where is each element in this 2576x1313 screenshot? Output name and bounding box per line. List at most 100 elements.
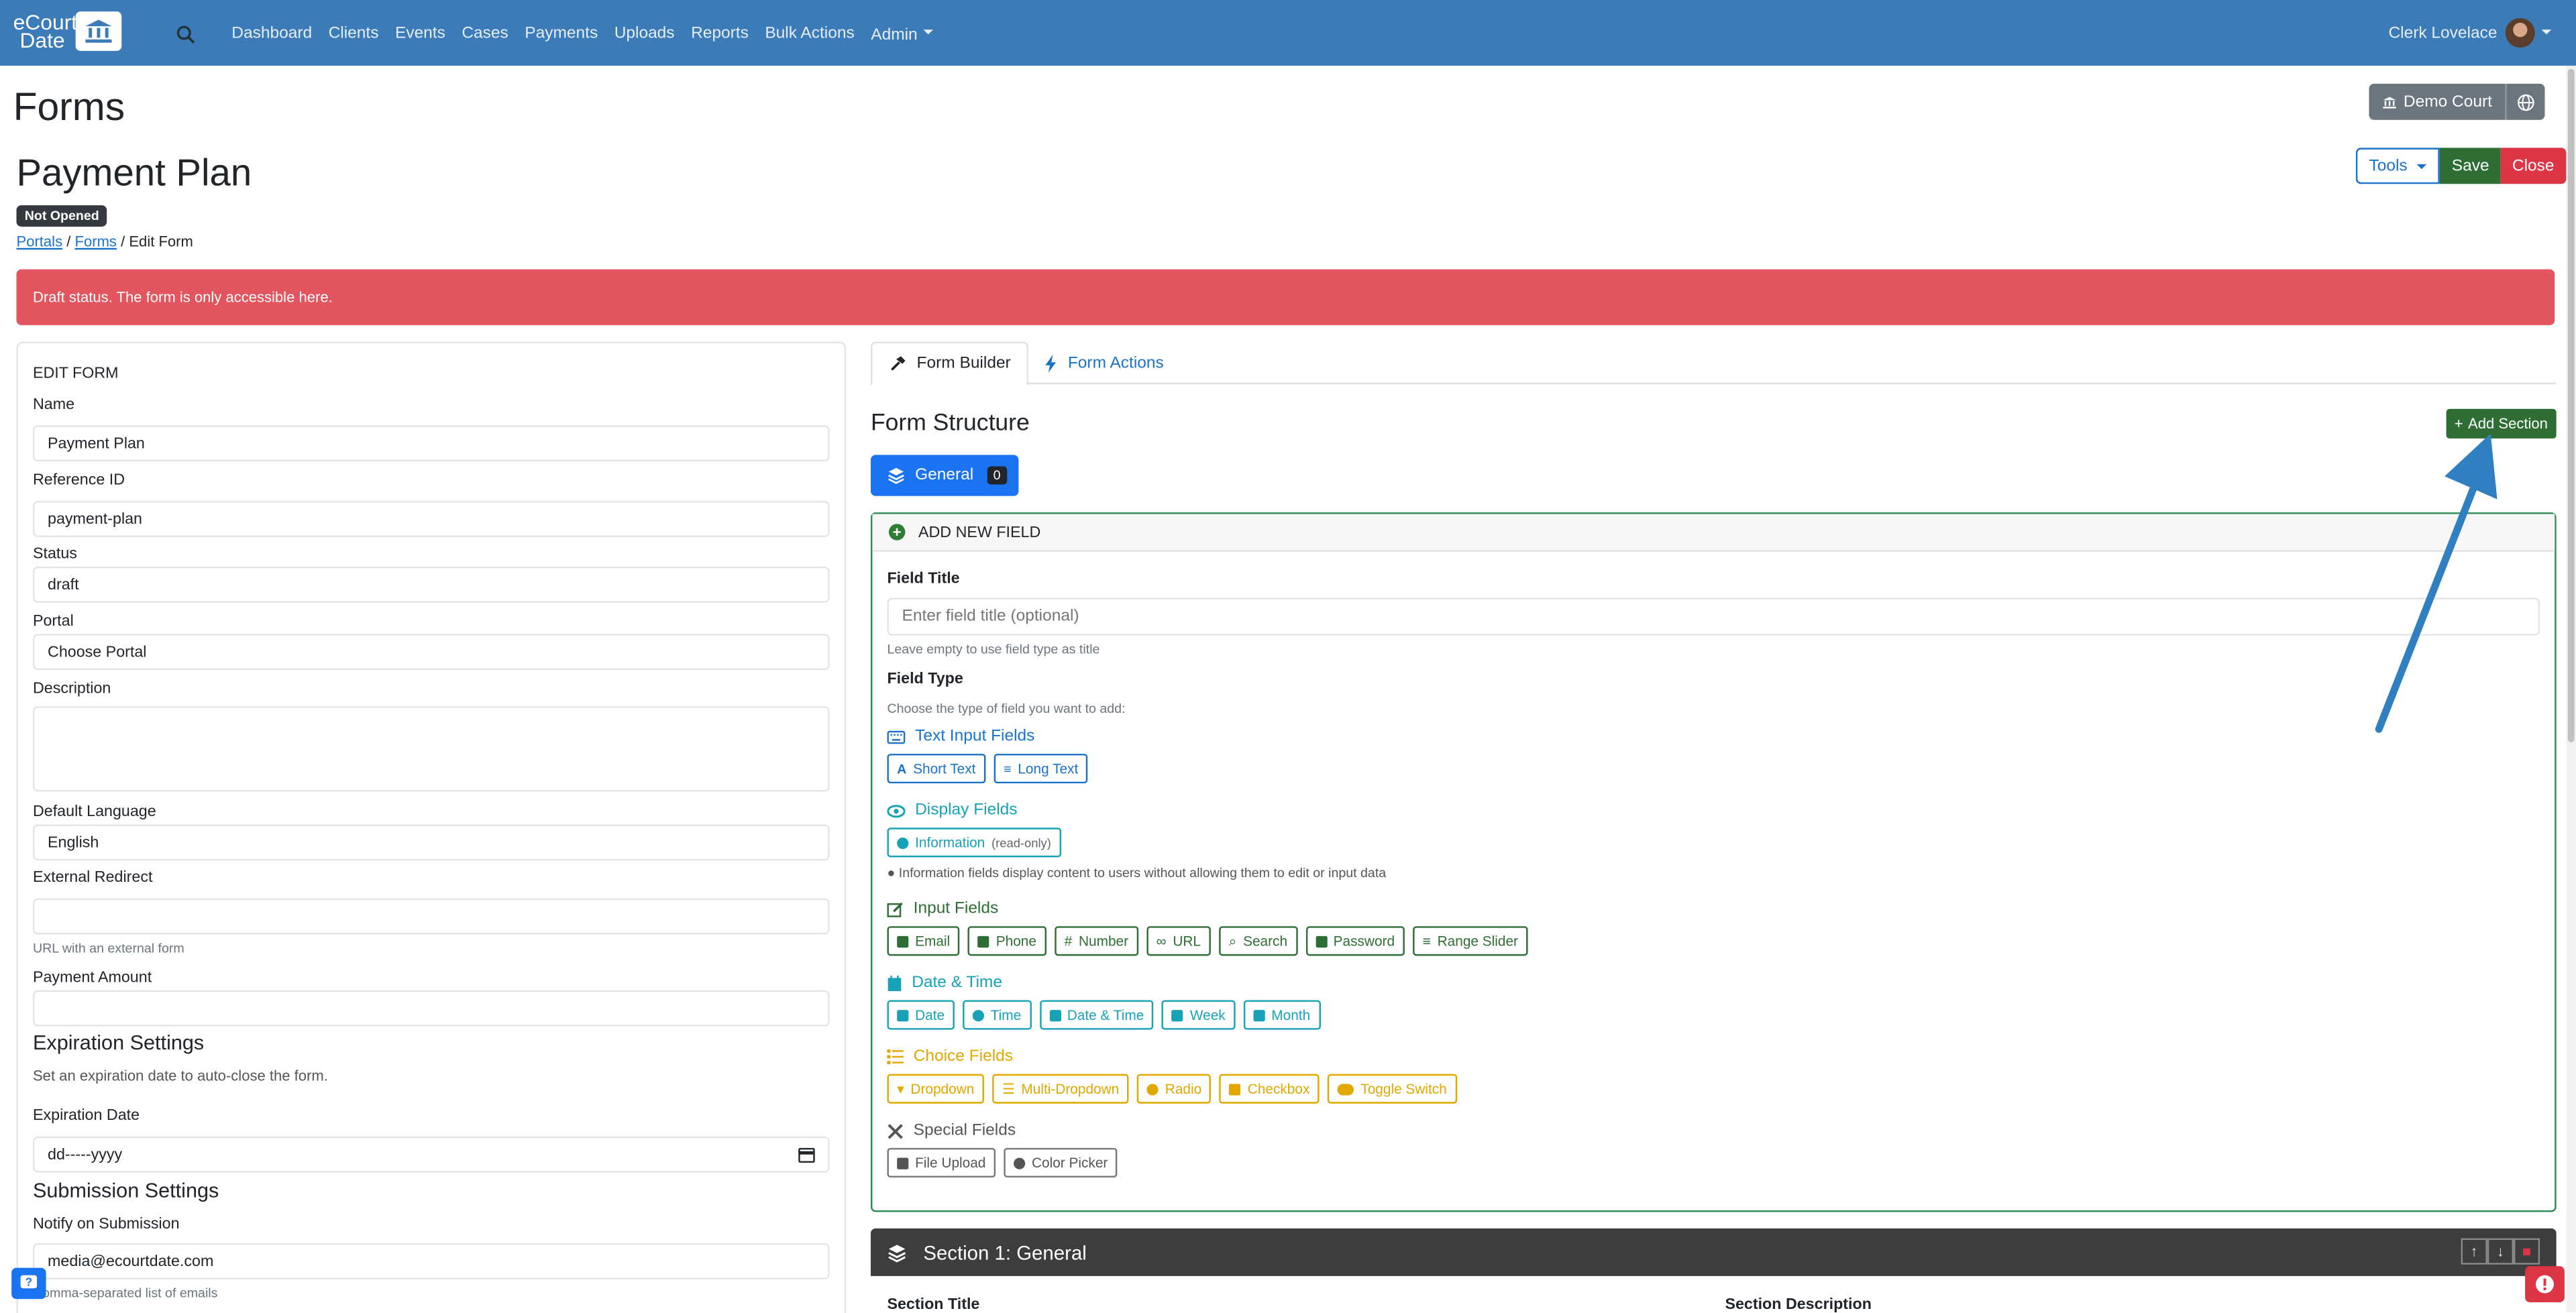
time-label: Time bbox=[990, 1007, 1022, 1023]
nav-clients[interactable]: Clients bbox=[329, 24, 379, 42]
brand-line-2: Date bbox=[19, 27, 65, 53]
calendar-icon bbox=[1049, 1009, 1061, 1021]
tab-form-actions[interactable]: Form Actions bbox=[1027, 341, 1181, 386]
scrollbar-thumb[interactable] bbox=[2567, 68, 2575, 742]
email-chip[interactable]: Email bbox=[887, 926, 960, 956]
name-input[interactable]: Payment Plan bbox=[32, 425, 830, 462]
nav-payments[interactable]: Payments bbox=[525, 24, 598, 42]
expiration-description: Set an expiration date to auto-close the… bbox=[32, 1067, 328, 1084]
nav-events[interactable]: Events bbox=[395, 24, 445, 42]
external-redirect-label: External Redirect bbox=[32, 868, 153, 887]
nav-bulk-actions[interactable]: Bulk Actions bbox=[765, 24, 854, 42]
toggle-switch-chip[interactable]: Toggle Switch bbox=[1328, 1074, 1457, 1104]
portal-select[interactable]: Choose Portal bbox=[32, 634, 830, 671]
error-report-button[interactable] bbox=[2525, 1266, 2565, 1303]
close-button[interactable]: Close bbox=[2500, 148, 2566, 184]
portal-label: Portal bbox=[32, 612, 74, 631]
expiration-date-input[interactable]: dd-----yyyy bbox=[32, 1136, 830, 1173]
move-up-button[interactable]: ↑ bbox=[2461, 1238, 2487, 1265]
external-redirect-hint: URL with an external form bbox=[32, 941, 184, 956]
reference-id-input[interactable]: payment-plan bbox=[32, 500, 830, 537]
range-slider-chip[interactable]: ≡ Range Slider bbox=[1412, 926, 1528, 956]
phone-label: Phone bbox=[996, 933, 1036, 950]
move-down-button[interactable]: ↓ bbox=[2487, 1238, 2514, 1265]
week-chip[interactable]: Week bbox=[1162, 1000, 1236, 1030]
file-upload-chip[interactable]: File Upload bbox=[887, 1147, 996, 1178]
short-text-chip[interactable]: A Short Text bbox=[887, 754, 986, 784]
trash-icon: ■ bbox=[2522, 1243, 2532, 1260]
radio-icon bbox=[1146, 1083, 1159, 1095]
tab-form-builder[interactable]: Form Builder bbox=[870, 341, 1029, 386]
multi-dropdown-label: Multi-Dropdown bbox=[1021, 1080, 1120, 1097]
nav-cases[interactable]: Cases bbox=[462, 24, 508, 42]
nav-uploads[interactable]: Uploads bbox=[614, 24, 675, 42]
delete-section-button[interactable]: ■ bbox=[2513, 1238, 2540, 1265]
long-text-chip[interactable]: ≡ Long Text bbox=[994, 754, 1088, 784]
globe-button[interactable] bbox=[2505, 83, 2545, 120]
submission-settings-heading: Submission Settings bbox=[32, 1179, 219, 1202]
calendar-icon bbox=[888, 974, 902, 990]
notify-input[interactable]: media@ecourtdate.com bbox=[32, 1243, 830, 1279]
user-name[interactable]: Clerk Lovelace bbox=[2388, 0, 2497, 66]
search-chip[interactable]: ⌕ Search bbox=[1218, 926, 1297, 956]
save-button[interactable]: Save bbox=[2440, 148, 2501, 184]
nav-admin-dropdown[interactable]: Admin bbox=[871, 18, 934, 48]
notify-hint: Comma-separated list of emails bbox=[32, 1286, 218, 1301]
description-textarea[interactable] bbox=[32, 706, 830, 792]
read-only-label: (read-only) bbox=[991, 835, 1051, 850]
external-redirect-input[interactable] bbox=[32, 898, 830, 935]
calendar-icon[interactable] bbox=[798, 1147, 815, 1163]
demo-court-button[interactable]: Demo Court bbox=[2369, 83, 2506, 120]
list-icon: ☰ bbox=[1002, 1080, 1015, 1096]
radio-chip[interactable]: Radio bbox=[1137, 1074, 1212, 1104]
url-chip[interactable]: ∞ URL bbox=[1146, 926, 1211, 956]
avatar[interactable] bbox=[2505, 17, 2535, 48]
eye-icon bbox=[887, 804, 906, 817]
date-time-chip[interactable]: Date & Time bbox=[1039, 1000, 1155, 1030]
toggle-switch-label: Toggle Switch bbox=[1360, 1080, 1447, 1097]
time-chip[interactable]: Time bbox=[963, 1000, 1031, 1030]
email-label: Email bbox=[915, 933, 951, 950]
caret-down-icon bbox=[924, 30, 934, 36]
brand-logo[interactable]: eCourt Date bbox=[13, 11, 122, 51]
breadcrumb-portals[interactable]: Portals bbox=[16, 233, 62, 249]
help-button[interactable]: ? bbox=[11, 1267, 46, 1300]
display-fields-heading: Display Fields bbox=[887, 801, 1018, 819]
court-button-group: Demo Court bbox=[2369, 83, 2545, 120]
multi-dropdown-chip[interactable]: ☰ Multi-Dropdown bbox=[992, 1074, 1129, 1104]
caret-down-icon[interactable] bbox=[2541, 30, 2552, 35]
nav-dashboard[interactable]: Dashboard bbox=[231, 24, 312, 42]
text-input-fields-heading: Text Input Fields bbox=[887, 728, 1034, 746]
section-controls: ↑ ↓ ■ bbox=[2461, 1238, 2540, 1265]
phone-chip[interactable]: Phone bbox=[968, 926, 1046, 956]
date-chip[interactable]: Date bbox=[887, 1000, 955, 1030]
status-select[interactable]: draft bbox=[32, 566, 830, 603]
field-title-input[interactable] bbox=[887, 597, 2540, 636]
default-language-select[interactable]: English bbox=[32, 824, 830, 861]
svg-text:?: ? bbox=[25, 1275, 32, 1289]
search-icon[interactable] bbox=[176, 23, 195, 44]
payment-amount-input[interactable] bbox=[32, 990, 830, 1027]
checkbox-chip[interactable]: Checkbox bbox=[1220, 1074, 1320, 1104]
password-chip[interactable]: Password bbox=[1305, 926, 1405, 956]
calendar-icon bbox=[897, 1009, 909, 1021]
search-label: Search bbox=[1243, 933, 1288, 950]
field-title-label: Field Title bbox=[887, 569, 960, 588]
month-label: Month bbox=[1271, 1007, 1311, 1023]
section-general-button[interactable]: General 0 bbox=[870, 455, 1019, 496]
display-fields-hint: ● Information fields display content to … bbox=[887, 866, 1386, 880]
dropdown-chip[interactable]: ▾ Dropdown bbox=[887, 1074, 985, 1104]
link-icon: ∞ bbox=[1156, 933, 1167, 950]
nav-admin: Admin bbox=[871, 26, 918, 45]
information-chip[interactable]: Information (read-only) bbox=[887, 827, 1061, 858]
breadcrumb-forms[interactable]: Forms bbox=[75, 233, 117, 249]
color-picker-chip[interactable]: Color Picker bbox=[1004, 1147, 1118, 1178]
nav-reports[interactable]: Reports bbox=[691, 24, 749, 42]
number-chip[interactable]: # Number bbox=[1054, 926, 1138, 956]
month-chip[interactable]: Month bbox=[1243, 1000, 1320, 1030]
keyboard-icon bbox=[887, 730, 906, 744]
tools-dropdown-button[interactable]: Tools bbox=[2355, 148, 2440, 184]
add-new-field-header: + ADD NEW FIELD bbox=[872, 514, 2555, 552]
section-title-label: Section Title bbox=[887, 1296, 980, 1313]
expiration-date-value: dd-----yyyy bbox=[48, 1145, 123, 1164]
